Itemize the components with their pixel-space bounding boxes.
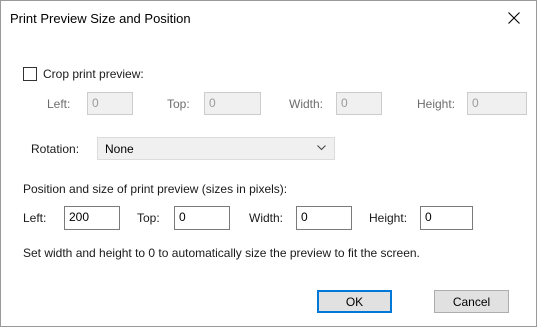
crop-left-label: Left:	[47, 97, 71, 111]
rotation-label: Rotation:	[31, 142, 80, 156]
auto-size-hint: Set width and height to 0 to automatical…	[23, 246, 420, 260]
position-section-label: Position and size of print preview (size…	[23, 182, 288, 196]
crop-width-label: Width:	[289, 97, 324, 111]
rotation-dropdown[interactable]: None	[97, 137, 335, 160]
title-bar: Print Preview Size and Position	[1, 1, 536, 35]
position-height-field[interactable]: 0	[420, 206, 473, 230]
chevron-down-icon	[317, 145, 326, 151]
rotation-selected-value: None	[105, 142, 134, 156]
cancel-button[interactable]: Cancel	[434, 290, 509, 313]
print-preview-dialog: Print Preview Size and Position Crop pri…	[0, 0, 537, 327]
position-height-label: Height:	[369, 211, 408, 225]
position-top-label: Top:	[137, 211, 160, 225]
position-width-label: Width:	[249, 211, 284, 225]
crop-height-field[interactable]: 0	[467, 92, 527, 115]
crop-left-field[interactable]: 0	[87, 92, 133, 115]
position-top-field[interactable]: 0	[174, 206, 230, 230]
close-button[interactable]	[492, 1, 536, 35]
window-title: Print Preview Size and Position	[10, 11, 191, 26]
crop-print-preview-checkbox[interactable]	[23, 67, 37, 81]
position-left-field[interactable]: 200	[64, 206, 120, 230]
ok-button[interactable]: OK	[317, 290, 392, 313]
position-left-label: Left:	[23, 211, 47, 225]
close-icon	[508, 12, 520, 24]
crop-width-field[interactable]: 0	[336, 92, 382, 115]
crop-height-label: Height:	[417, 97, 456, 111]
position-width-field[interactable]: 0	[296, 206, 352, 230]
crop-print-preview-label[interactable]: Crop print preview:	[43, 67, 144, 81]
crop-top-label: Top:	[167, 97, 190, 111]
crop-top-field[interactable]: 0	[204, 92, 261, 115]
